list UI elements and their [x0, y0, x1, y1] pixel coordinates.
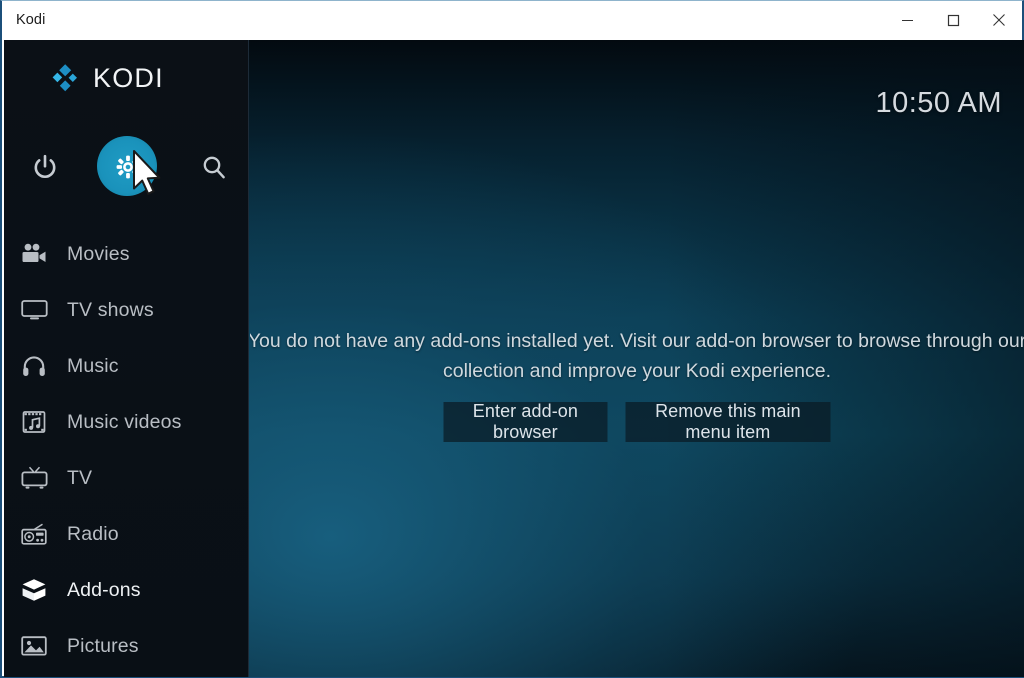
close-button[interactable] — [976, 1, 1022, 39]
picture-icon — [16, 635, 52, 657]
kodi-app-canvas: You do not have any add-ons installed ye… — [4, 40, 1024, 677]
kodi-logo: KODI — [4, 56, 249, 100]
sidebar-item-label: Movies — [67, 242, 130, 265]
main-menu: Movies TV shows Music Music videos TV Ra… — [4, 226, 249, 677]
window-title: Kodi — [16, 12, 46, 28]
remove-main-menu-item-button[interactable]: Remove this main menu item — [625, 401, 831, 442]
addon-box-icon — [16, 578, 52, 602]
sidebar-item-label: TV — [67, 466, 93, 489]
tv-antenna-icon — [16, 466, 52, 490]
kodi-logo-icon — [50, 62, 82, 94]
empty-state-line-2: collection and improve your Kodi experie… — [442, 360, 832, 382]
power-icon — [34, 154, 56, 179]
clock: 10:50 AM — [875, 87, 1002, 119]
main-content: You do not have any add-ons installed ye… — [250, 40, 1024, 677]
enter-addon-browser-button[interactable]: Enter add-on browser — [443, 401, 608, 442]
sidebar: KODI Movies TV shows Music Music videos … — [4, 40, 249, 677]
headphones-icon — [16, 354, 52, 378]
search-button[interactable] — [183, 136, 245, 198]
maximize-button[interactable] — [930, 1, 976, 39]
empty-state-line-1: You do not have any add-ons installed ye… — [250, 330, 1024, 352]
sidebar-item-pictures[interactable]: Pictures — [4, 618, 249, 674]
sidebar-item-movies[interactable]: Movies — [4, 226, 249, 282]
power-button[interactable] — [14, 136, 76, 198]
sidebar-item-label: Music — [67, 354, 119, 377]
kodi-logo-text: KODI — [93, 62, 164, 93]
sidebar-item-music-videos[interactable]: Music videos — [4, 394, 249, 450]
quick-action-bar — [4, 136, 249, 198]
gear-icon — [116, 155, 140, 179]
sidebar-item-label: Radio — [67, 522, 119, 545]
empty-state-message: You do not have any add-ons installed ye… — [250, 326, 1024, 386]
minimize-button[interactable] — [884, 1, 930, 39]
window-controls — [884, 1, 1022, 39]
sidebar-item-label: Pictures — [67, 634, 139, 657]
sidebar-item-tv-shows[interactable]: TV shows — [4, 282, 249, 338]
sidebar-item-videos[interactable]: Videos — [4, 674, 249, 677]
search-icon — [203, 156, 225, 179]
window-title-bar: Kodi — [2, 1, 1022, 39]
movie-camera-icon — [16, 243, 52, 265]
music-film-icon — [16, 410, 52, 434]
kodi-window: Kodi You do not have any add-ons install… — [0, 0, 1024, 678]
sidebar-item-label: TV shows — [67, 298, 154, 321]
sidebar-item-tv[interactable]: TV — [4, 450, 249, 506]
sidebar-item-label: Add-ons — [67, 578, 141, 601]
radio-icon — [16, 523, 52, 545]
sidebar-item-label: Music videos — [67, 410, 182, 433]
tv-monitor-icon — [16, 299, 52, 321]
empty-state-actions: Enter add-on browser Remove this main me… — [443, 401, 831, 442]
sidebar-item-add-ons[interactable]: Add-ons — [4, 562, 249, 618]
settings-button[interactable] — [97, 136, 159, 198]
sidebar-item-radio[interactable]: Radio — [4, 506, 249, 562]
sidebar-item-music[interactable]: Music — [4, 338, 249, 394]
